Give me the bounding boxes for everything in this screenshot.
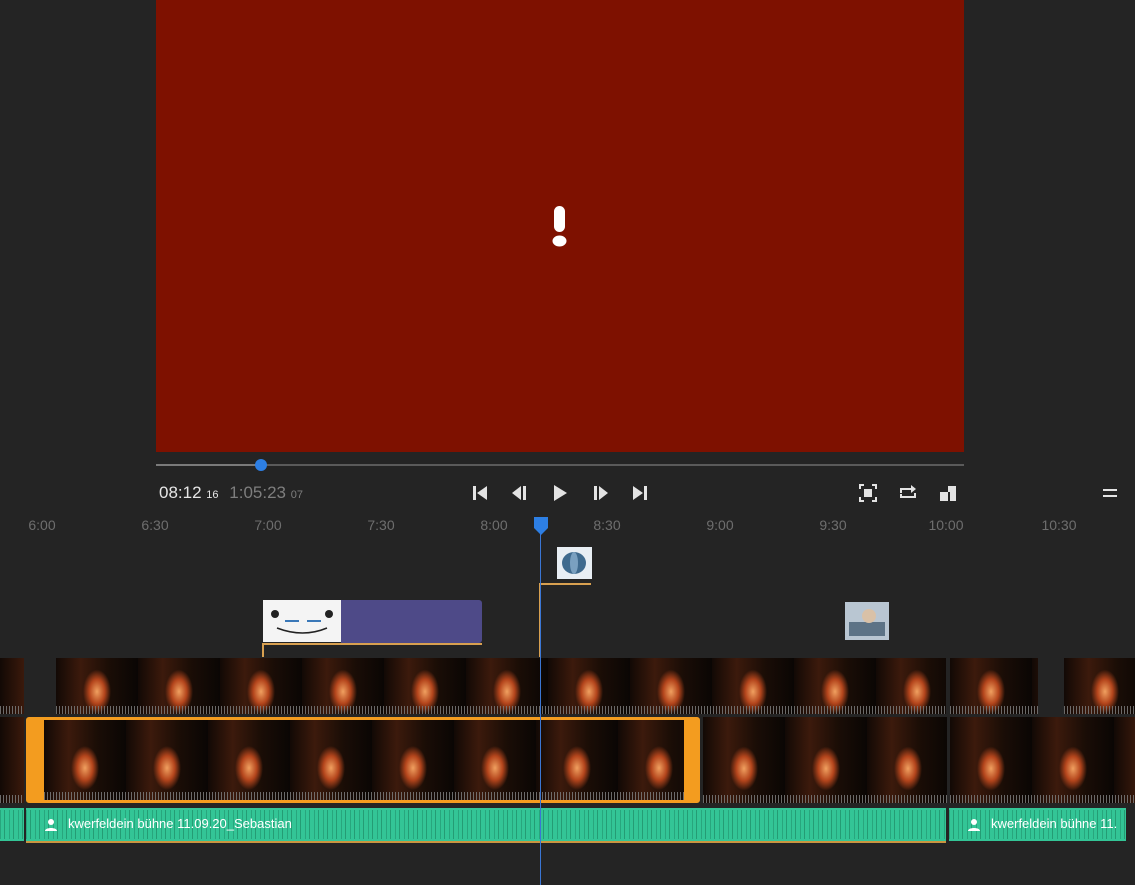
audio-clip-label: kwerfeldein bühne 11. — [991, 816, 1118, 831]
audio-clip-label: kwerfeldein bühne 11.09.20_Sebastian — [68, 816, 292, 831]
link-line — [539, 583, 591, 585]
audio-clip[interactable]: kwerfeldein bühne 11. — [949, 808, 1126, 841]
play-icon — [554, 485, 567, 501]
step-back-button[interactable] — [510, 483, 530, 503]
video-clip-selected[interactable] — [26, 717, 700, 803]
scrub-handle[interactable] — [255, 459, 267, 471]
fullscreen-icon — [859, 484, 877, 502]
video-clip[interactable] — [950, 658, 1038, 714]
timecode-display: 08:12 16 1:05:23 07 — [159, 483, 303, 503]
ruler-tick: 7:00 — [254, 517, 282, 533]
video-clip[interactable] — [703, 717, 947, 803]
output-button[interactable] — [938, 483, 958, 503]
playhead-marker[interactable] — [533, 516, 549, 536]
video-clip[interactable] — [1064, 658, 1135, 714]
step-back-icon — [512, 486, 526, 500]
diagram-thumbnail-icon — [271, 610, 333, 634]
video-clip[interactable] — [950, 717, 1135, 803]
overlay-clip-thumbnail[interactable] — [557, 547, 592, 579]
fullscreen-button[interactable] — [858, 483, 878, 503]
ruler-tick: 10:00 — [928, 517, 964, 533]
current-time: 08:12 — [159, 483, 202, 502]
skip-to-start-button[interactable] — [470, 483, 490, 503]
link-line — [262, 643, 264, 657]
ruler-tick: 6:30 — [141, 517, 169, 533]
output-icon — [940, 486, 956, 501]
loop-button[interactable] — [898, 483, 918, 503]
logo-icon — [562, 552, 586, 574]
skip-to-end-button[interactable] — [630, 483, 650, 503]
video-clip[interactable] — [0, 717, 24, 803]
person-icon — [968, 819, 980, 831]
ruler-tick: 9:30 — [819, 517, 847, 533]
loop-icon — [900, 485, 916, 498]
ruler-tick: 6:00 — [28, 517, 56, 533]
overlay-clip-thumbnail[interactable] — [845, 602, 889, 640]
duration-frames: 07 — [290, 489, 303, 501]
audio-clip[interactable] — [0, 808, 24, 841]
preview-viewer[interactable] — [156, 0, 964, 452]
photo-thumbnail-icon — [849, 609, 885, 636]
title-clip[interactable] — [341, 600, 482, 643]
link-line — [262, 643, 482, 645]
step-forward-icon — [594, 486, 608, 500]
scrub-progress — [156, 464, 261, 466]
title-clip-thumbnail[interactable] — [263, 600, 341, 642]
current-frames: 16 — [206, 489, 219, 501]
ruler-tick: 8:30 — [593, 517, 621, 533]
ruler-tick: 8:00 — [480, 517, 508, 533]
video-clip[interactable] — [56, 658, 946, 714]
scrub-bar[interactable] — [156, 464, 964, 466]
playhead-line — [540, 534, 541, 885]
ruler-tick: 9:00 — [706, 517, 734, 533]
menu-button[interactable] — [1100, 483, 1120, 503]
menu-icon — [1103, 489, 1117, 497]
skip-to-start-icon — [473, 486, 487, 500]
ruler-tick: 10:30 — [1041, 517, 1077, 533]
person-icon — [45, 819, 57, 831]
skip-to-end-icon — [633, 486, 647, 500]
play-button[interactable] — [550, 483, 570, 503]
step-forward-button[interactable] — [590, 483, 610, 503]
ruler-tick: 7:30 — [367, 517, 395, 533]
alert-icon — [552, 206, 567, 247]
duration: 1:05:23 — [229, 483, 286, 502]
audio-clip[interactable]: kwerfeldein bühne 11.09.20_Sebastian — [26, 808, 946, 843]
video-clip[interactable] — [0, 658, 24, 714]
